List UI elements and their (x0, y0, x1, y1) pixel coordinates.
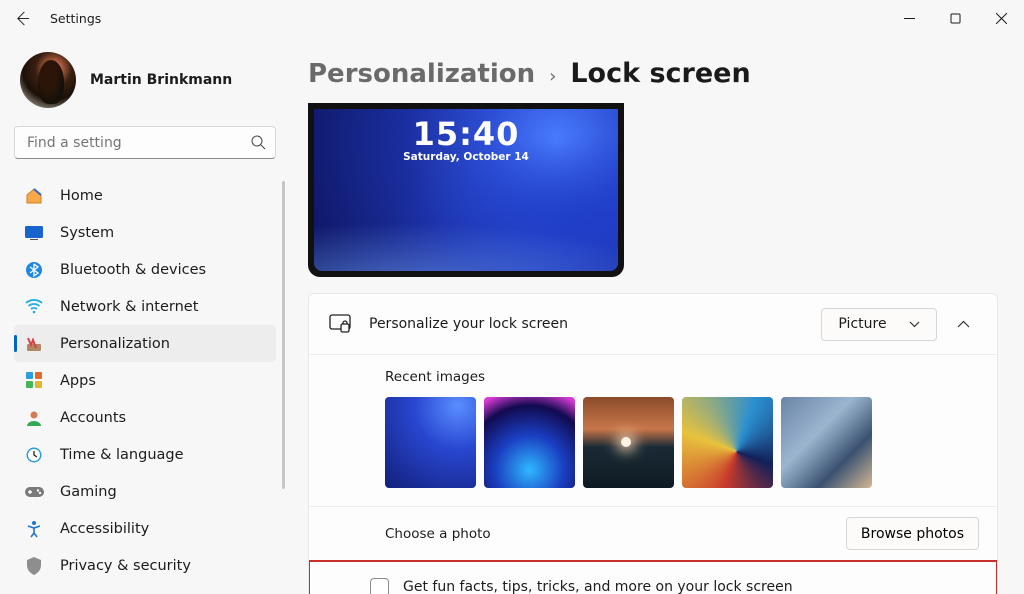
sidebar-item-label: Gaming (60, 484, 117, 500)
lockscreen-icon (329, 313, 351, 335)
titlebar: Settings (0, 0, 1024, 36)
recent-image-thumb[interactable] (781, 397, 872, 488)
maximize-button[interactable] (932, 0, 978, 36)
fun-facts-row: Get fun facts, tips, tricks, and more on… (308, 560, 998, 594)
search-input[interactable] (14, 126, 276, 159)
privacy-icon (24, 556, 44, 576)
sidebar-item-privacy[interactable]: Privacy & security (14, 547, 276, 584)
sidebar-item-time[interactable]: Time & language (14, 436, 276, 473)
recent-images-section: Recent images (309, 354, 997, 506)
sidebar-item-personalization[interactable]: Personalization (14, 325, 276, 362)
page-title: Lock screen (570, 58, 750, 89)
accounts-icon (24, 408, 44, 428)
app-title: Settings (50, 11, 101, 26)
sidebar-item-label: Network & internet (60, 299, 198, 315)
chevron-down-icon (909, 321, 920, 328)
sidebar-item-label: Personalization (60, 336, 170, 352)
browse-photos-button[interactable]: Browse photos (846, 517, 979, 550)
search-icon (250, 134, 266, 150)
personalization-icon (24, 334, 44, 354)
chevron-right-icon: › (549, 66, 556, 87)
lockscreen-source-dropdown[interactable]: Picture (821, 308, 937, 341)
lockscreen-preview: 15:40 Saturday, October 14 (308, 103, 624, 277)
breadcrumb-parent[interactable]: Personalization (308, 59, 535, 89)
sidebar-item-label: Time & language (60, 447, 184, 463)
recent-images-row (385, 397, 997, 488)
chevron-up-icon (957, 320, 970, 328)
preview-time: 15:40 (413, 115, 520, 153)
recent-images-label: Recent images (385, 369, 997, 385)
close-icon (996, 13, 1007, 24)
sidebar-item-label: Home (60, 188, 103, 204)
sidebar-item-label: Accessibility (60, 521, 149, 537)
network-icon (24, 297, 44, 317)
choose-photo-label: Choose a photo (385, 526, 491, 542)
user-name: Martin Brinkmann (90, 72, 232, 88)
accessibility-icon (24, 519, 44, 539)
nav: Home System Bluetooth & devices Network … (14, 177, 276, 584)
fun-facts-label: Get fun facts, tips, tricks, and more on… (403, 579, 793, 594)
arrow-left-icon (15, 11, 30, 26)
recent-image-thumb[interactable] (583, 397, 674, 488)
sidebar-item-gaming[interactable]: Gaming (14, 473, 276, 510)
panel-header: Personalize your lock screen Picture (309, 294, 997, 354)
sidebar-item-accounts[interactable]: Accounts (14, 399, 276, 436)
sidebar-item-apps[interactable]: Apps (14, 362, 276, 399)
sidebar-item-label: Accounts (60, 410, 126, 426)
recent-image-thumb[interactable] (484, 397, 575, 488)
sidebar-item-system[interactable]: System (14, 214, 276, 251)
bluetooth-icon (24, 260, 44, 280)
sidebar: Martin Brinkmann Home System Bluetooth &… (0, 36, 290, 594)
scrollbar[interactable] (282, 181, 285, 489)
system-icon (24, 223, 44, 243)
fun-facts-checkbox[interactable] (370, 578, 389, 594)
sidebar-item-accessibility[interactable]: Accessibility (14, 510, 276, 547)
avatar (20, 52, 76, 108)
sidebar-item-label: Apps (60, 373, 96, 389)
maximize-icon (950, 13, 961, 24)
choose-photo-row: Choose a photo Browse photos (309, 506, 997, 560)
time-icon (24, 445, 44, 465)
recent-image-thumb[interactable] (682, 397, 773, 488)
sidebar-item-network[interactable]: Network & internet (14, 288, 276, 325)
lockscreen-preview-wallpaper: 15:40 Saturday, October 14 (314, 109, 618, 271)
close-button[interactable] (978, 0, 1024, 36)
minimize-icon (904, 13, 915, 24)
sidebar-item-label: Privacy & security (60, 558, 191, 574)
sidebar-item-label: System (60, 225, 114, 241)
sidebar-item-label: Bluetooth & devices (60, 262, 206, 278)
preview-date: Saturday, October 14 (403, 151, 529, 163)
breadcrumb: Personalization › Lock screen (308, 36, 998, 103)
window-controls (886, 0, 1024, 36)
collapse-button[interactable] (945, 306, 981, 342)
back-button[interactable] (4, 0, 40, 36)
apps-icon (24, 371, 44, 391)
recent-image-thumb[interactable] (385, 397, 476, 488)
gaming-icon (24, 482, 44, 502)
minimize-button[interactable] (886, 0, 932, 36)
search-box (14, 126, 276, 159)
panel-title: Personalize your lock screen (369, 316, 568, 332)
personalize-panel: Personalize your lock screen Picture Rec… (308, 293, 998, 594)
sidebar-item-bluetooth[interactable]: Bluetooth & devices (14, 251, 276, 288)
profile[interactable]: Martin Brinkmann (14, 46, 276, 122)
home-icon (24, 186, 44, 206)
main-content: Personalization › Lock screen 15:40 Satu… (290, 36, 1024, 594)
dropdown-value: Picture (838, 316, 886, 332)
sidebar-item-home[interactable]: Home (14, 177, 276, 214)
